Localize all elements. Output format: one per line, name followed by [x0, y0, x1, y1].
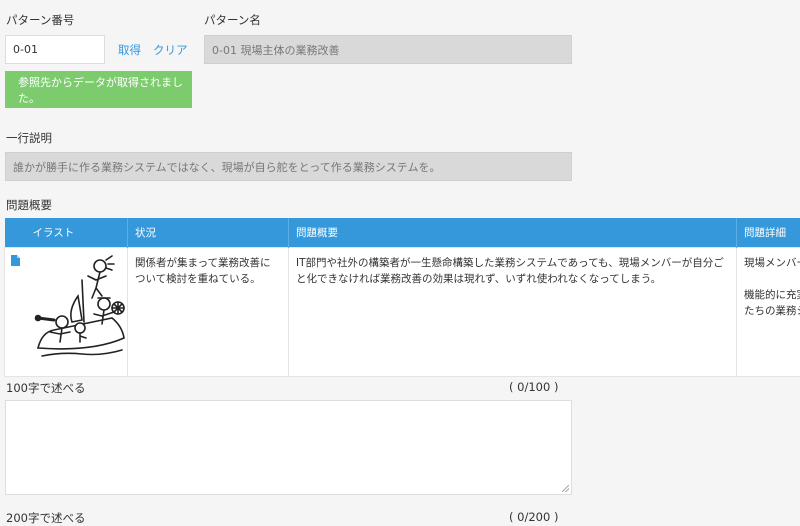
clear-link[interactable]: クリア	[153, 42, 188, 58]
fetch-link[interactable]: 取得	[118, 42, 141, 58]
pattern-name-input[interactable]: 0-01 現場主体の業務改善	[204, 35, 572, 64]
field-100-counter: ( 0/100 )	[509, 380, 558, 394]
col-summary: 問題概要	[289, 218, 737, 248]
col-situation: 状況	[128, 218, 289, 248]
notice-line-1: 参照先からデータが取得されまし	[18, 75, 184, 91]
pattern-number-input[interactable]: 0-01	[5, 35, 105, 64]
field-100-textarea[interactable]	[5, 400, 572, 495]
fetch-success-notice: 参照先からデータが取得されまし た。	[5, 71, 192, 108]
field-100-label: 100字で述べる	[6, 380, 85, 396]
document-icon[interactable]	[11, 255, 20, 271]
detail-cell: 現場メンバー 機能的に充実 たちの業務シ	[737, 248, 800, 377]
pattern-name-label: パターン名	[204, 12, 261, 28]
pattern-number-label: パターン番号	[6, 12, 74, 28]
one-line-label: 一行説明	[6, 130, 52, 146]
issue-overview-label: 問題概要	[6, 197, 52, 213]
situation-cell: 関係者が集まって業務改善について検討を重ねている。	[128, 248, 289, 377]
detail-line-1: 現場メンバー	[744, 255, 800, 271]
field-200-label: 200字で述べる	[6, 510, 85, 526]
col-detail: 問題詳細	[737, 218, 800, 248]
notice-line-2: た。	[18, 91, 184, 107]
summary-cell: IT部門や社外の構築者が一生懸命構築した業務システムであっても、現場メンバーが自…	[289, 248, 737, 377]
col-illustration: イラスト	[5, 218, 128, 248]
issue-table-header: イラスト 状況 問題概要 問題詳細	[5, 218, 800, 248]
field-200-counter: ( 0/200 )	[509, 510, 558, 524]
table-row: 関係者が集まって業務改善について検討を重ねている。 IT部門や社外の構築者が一生…	[5, 248, 800, 377]
issue-table: イラスト 状況 問題概要 問題詳細	[4, 218, 800, 377]
detail-line-2: 機能的に充実	[744, 287, 800, 303]
resize-handle[interactable]	[562, 485, 569, 492]
detail-line-3: たちの業務シ	[744, 303, 800, 319]
illustration-cell	[5, 248, 128, 377]
one-line-input[interactable]: 誰かが勝手に作る業務システムではなく、現場が自ら舵をとって作る業務システムを。	[5, 152, 572, 181]
meeting-illustration	[32, 252, 130, 363]
